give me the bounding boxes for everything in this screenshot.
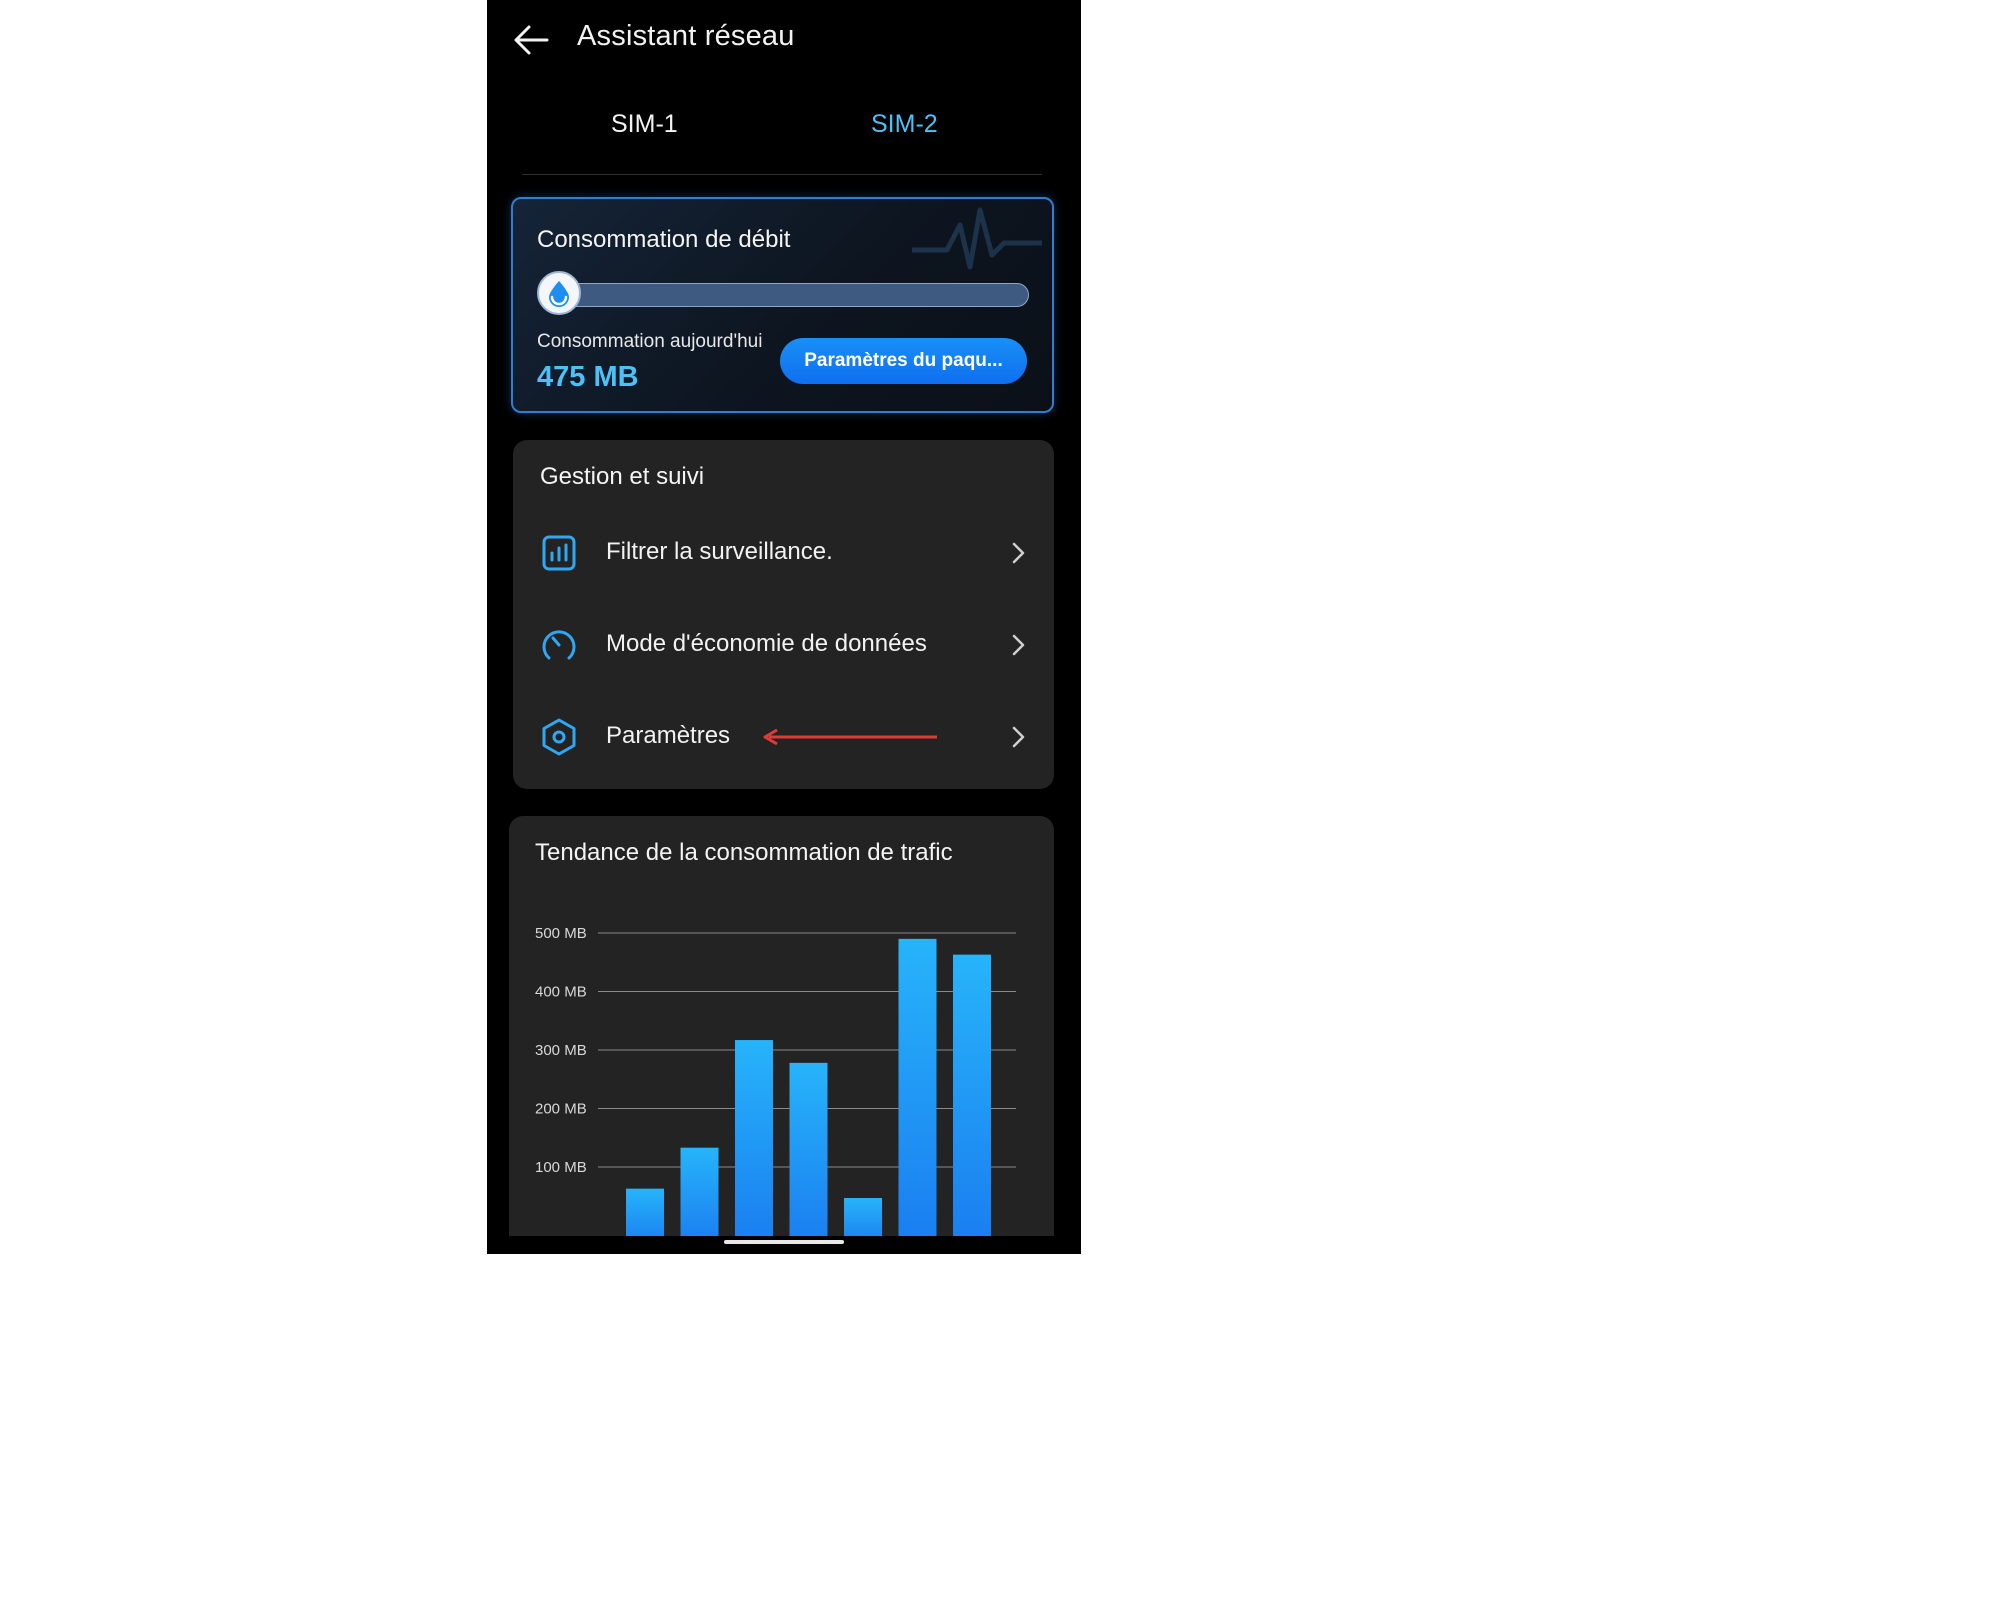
y-tick-label: 200 MB (535, 1101, 587, 1118)
tab-sim-1[interactable]: SIM-1 (611, 110, 678, 139)
arrow-left-icon (514, 25, 549, 55)
menu-item-label: Paramètres (606, 722, 731, 749)
usage-progress-knob[interactable] (537, 271, 581, 315)
package-settings-button[interactable]: Paramètres du paqu... (780, 338, 1027, 384)
data-usage-card: Consommation de débit Consommation aujou… (511, 197, 1054, 413)
chevron-right-icon (1012, 542, 1025, 564)
chevron-right-icon (1012, 634, 1025, 656)
usage-progress-bar (551, 283, 1029, 307)
chart-bar[interactable] (680, 1147, 719, 1236)
chart-bar[interactable] (626, 1188, 664, 1236)
menu-item-data-saver[interactable]: Mode d'économie de données (513, 605, 1054, 685)
menu-item-filter-monitoring[interactable]: Filtrer la surveillance. (513, 513, 1054, 593)
bar-chart-icon (542, 535, 576, 571)
chart-bar[interactable] (844, 1198, 882, 1236)
management-title: Gestion et suivi (540, 463, 705, 490)
phone-screen: Assistant réseau SIM-1 SIM-2 Consommatio… (487, 0, 1081, 1254)
usage-card-title: Consommation de débit (537, 226, 791, 253)
speedometer-icon (542, 630, 576, 660)
chart-bar[interactable] (898, 938, 937, 1236)
traffic-bar-chart: 500 MB 400 MB 300 MB 200 MB 100 MB (535, 925, 1016, 1236)
traffic-trend-card: Tendance de la consommation de trafic 50… (509, 816, 1054, 1236)
y-tick-label: 100 MB (535, 1159, 587, 1176)
menu-item-label: Mode d'économie de données (606, 630, 927, 657)
back-button[interactable] (511, 22, 551, 58)
page-title: Assistant réseau (577, 20, 795, 52)
menu-item-settings[interactable]: Paramètres (513, 697, 1054, 777)
water-drop-icon (549, 281, 569, 307)
y-tick-label: 500 MB (535, 925, 587, 942)
tab-divider (522, 174, 1042, 175)
y-tick-label: 400 MB (535, 984, 587, 1001)
chart-bar[interactable] (953, 954, 991, 1236)
today-usage-value: 475 MB (537, 361, 639, 393)
annotation-arrow-icon (763, 728, 937, 746)
chart-bar[interactable] (735, 1040, 773, 1236)
menu-item-label: Filtrer la surveillance. (606, 538, 833, 565)
today-usage-label: Consommation aujourd'hui (537, 331, 763, 352)
pulse-decoration-icon (912, 207, 1042, 270)
chart-bar[interactable] (789, 1062, 828, 1236)
management-card: Gestion et suivi Filtrer la surveillance… (513, 440, 1054, 789)
home-indicator[interactable] (724, 1240, 844, 1244)
chevron-right-icon (1012, 726, 1025, 748)
hexagon-settings-icon (542, 718, 576, 756)
y-tick-label: 300 MB (535, 1042, 587, 1059)
tab-sim-2[interactable]: SIM-2 (871, 110, 938, 139)
